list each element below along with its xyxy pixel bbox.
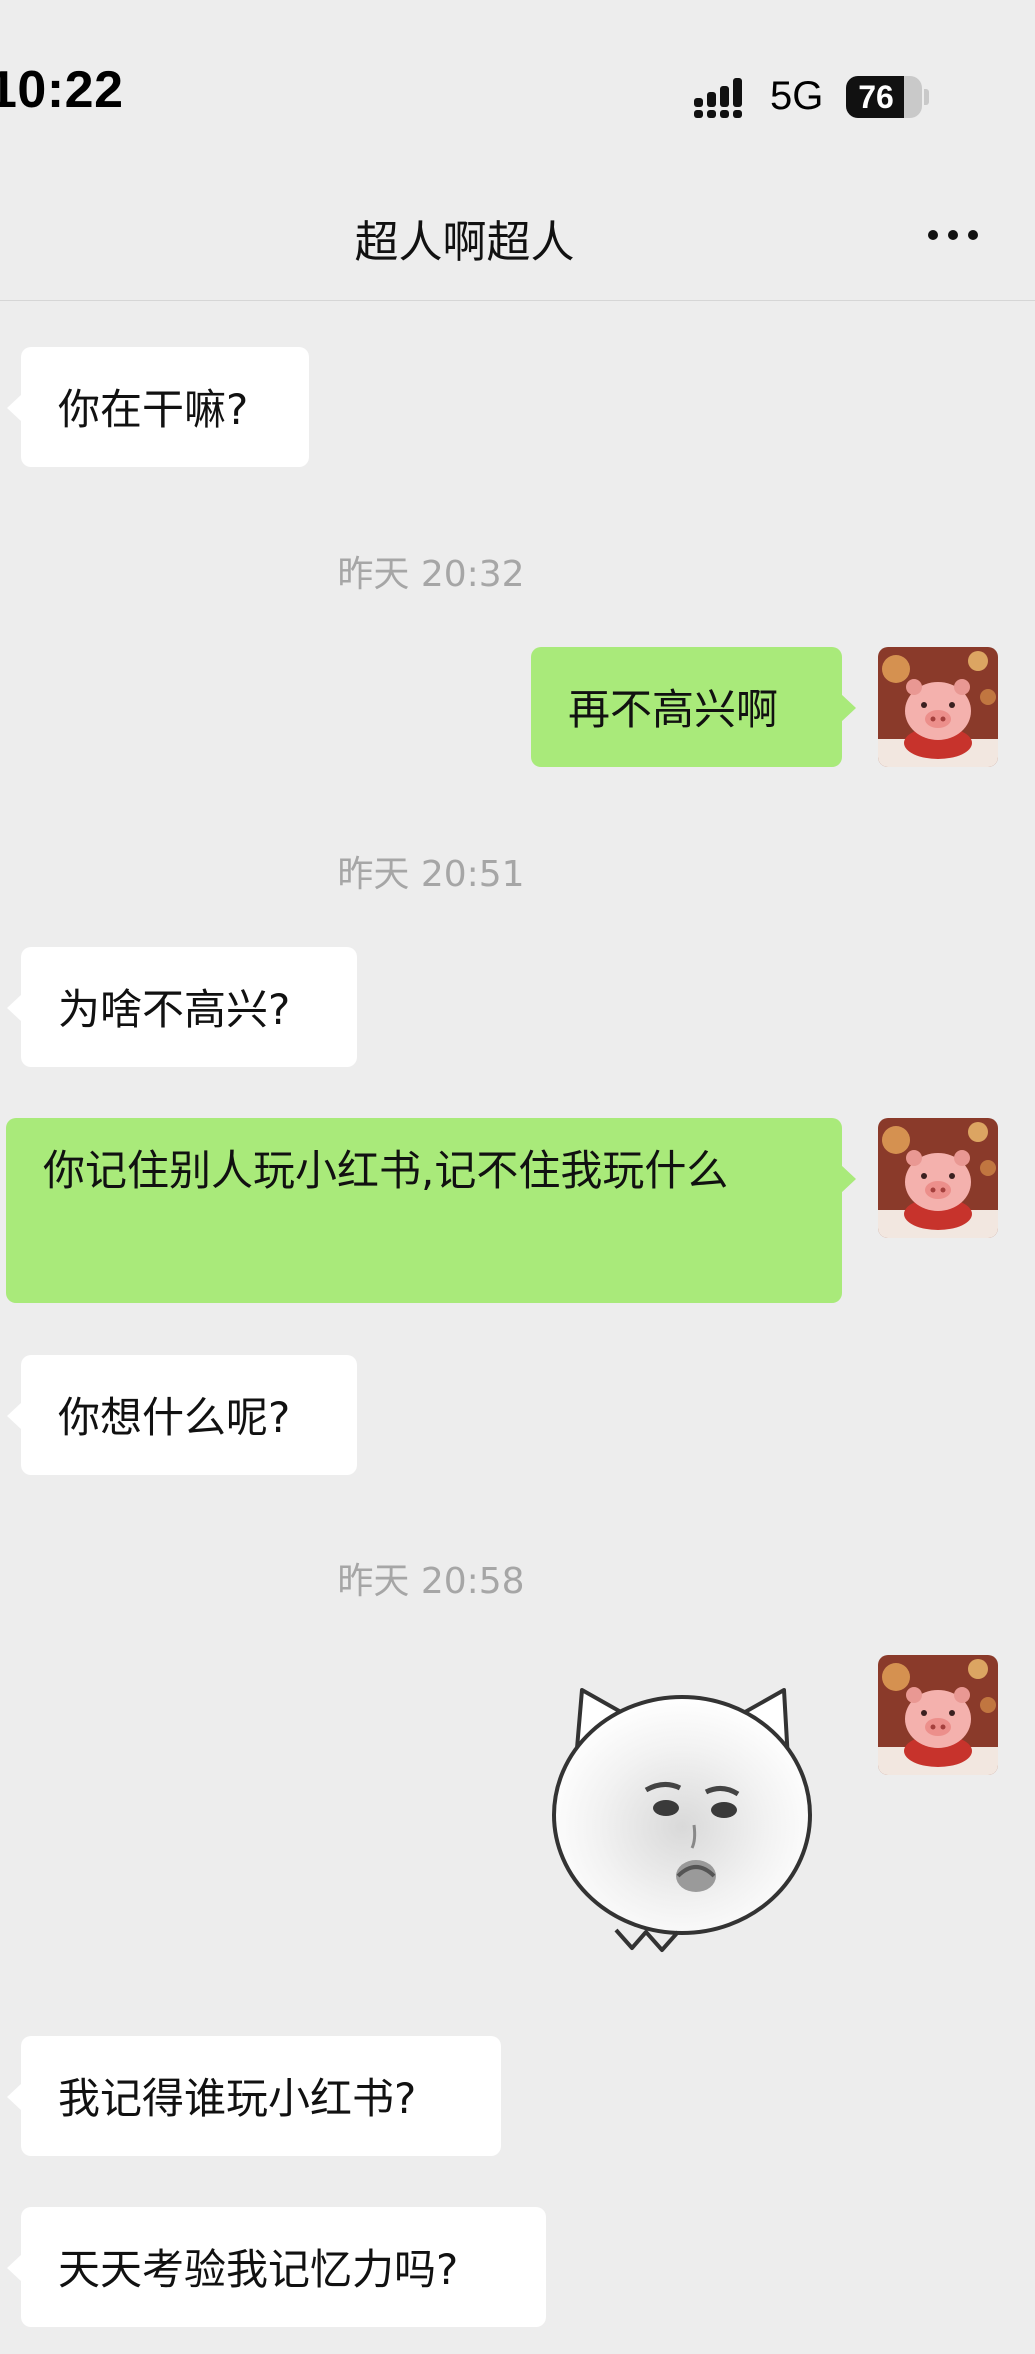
- incoming-message-bubble[interactable]: 我记得谁玩小红书?: [7, 2036, 501, 2156]
- status-bar: 10:22 5G 76: [0, 0, 1035, 150]
- message-text: 再不高兴啊: [568, 685, 779, 734]
- incoming-message-bubble[interactable]: 为啥不高兴?: [7, 947, 357, 1067]
- pig-avatar-icon: [878, 647, 998, 767]
- battery-level: 76: [858, 79, 894, 115]
- my-avatar[interactable]: [878, 1655, 998, 1775]
- message-text: 你记住别人玩小红书,记不住我玩什么: [43, 1146, 729, 1195]
- message-text: 天天考验我记忆力吗?: [58, 2245, 459, 2294]
- battery-icon: 76: [846, 76, 929, 118]
- incoming-message-bubble[interactable]: 你在干嘛?: [7, 347, 309, 467]
- message-timestamp: 昨天 20:58: [337, 1561, 525, 1602]
- my-avatar[interactable]: [878, 647, 998, 767]
- message-timestamp: 昨天 20:51: [337, 854, 525, 895]
- pig-avatar-icon: [878, 1118, 998, 1238]
- more-dots-icon: [928, 230, 938, 240]
- message-timestamp: 昨天 20:32: [337, 554, 525, 595]
- signal-strength-icon: [694, 78, 742, 118]
- incoming-message-bubble[interactable]: 你想什么呢?: [7, 1355, 357, 1475]
- pig-avatar-icon: [878, 1655, 998, 1775]
- message-text: 为啥不高兴?: [58, 985, 291, 1034]
- more-options-button[interactable]: [918, 220, 988, 250]
- pouting-cat-face-sticker[interactable]: [546, 1680, 818, 1960]
- incoming-message-bubble[interactable]: 天天考验我记忆力吗?: [7, 2207, 546, 2327]
- outgoing-message-bubble[interactable]: 再不高兴啊: [531, 647, 856, 767]
- status-time: 10:22: [0, 61, 124, 119]
- my-avatar[interactable]: [878, 1118, 998, 1238]
- sticker-image: [552, 1688, 812, 1952]
- outgoing-message-bubble[interactable]: 你记住别人玩小红书,记不住我玩什么: [6, 1118, 856, 1303]
- message-text: 你在干嘛?: [58, 385, 249, 434]
- chat-header: 超人啊超人: [0, 150, 1035, 301]
- network-type: 5G: [770, 74, 824, 118]
- message-text: 你想什么呢?: [58, 1393, 291, 1442]
- chat-title: 超人啊超人: [354, 217, 575, 268]
- message-text: 我记得谁玩小红书?: [58, 2074, 417, 2123]
